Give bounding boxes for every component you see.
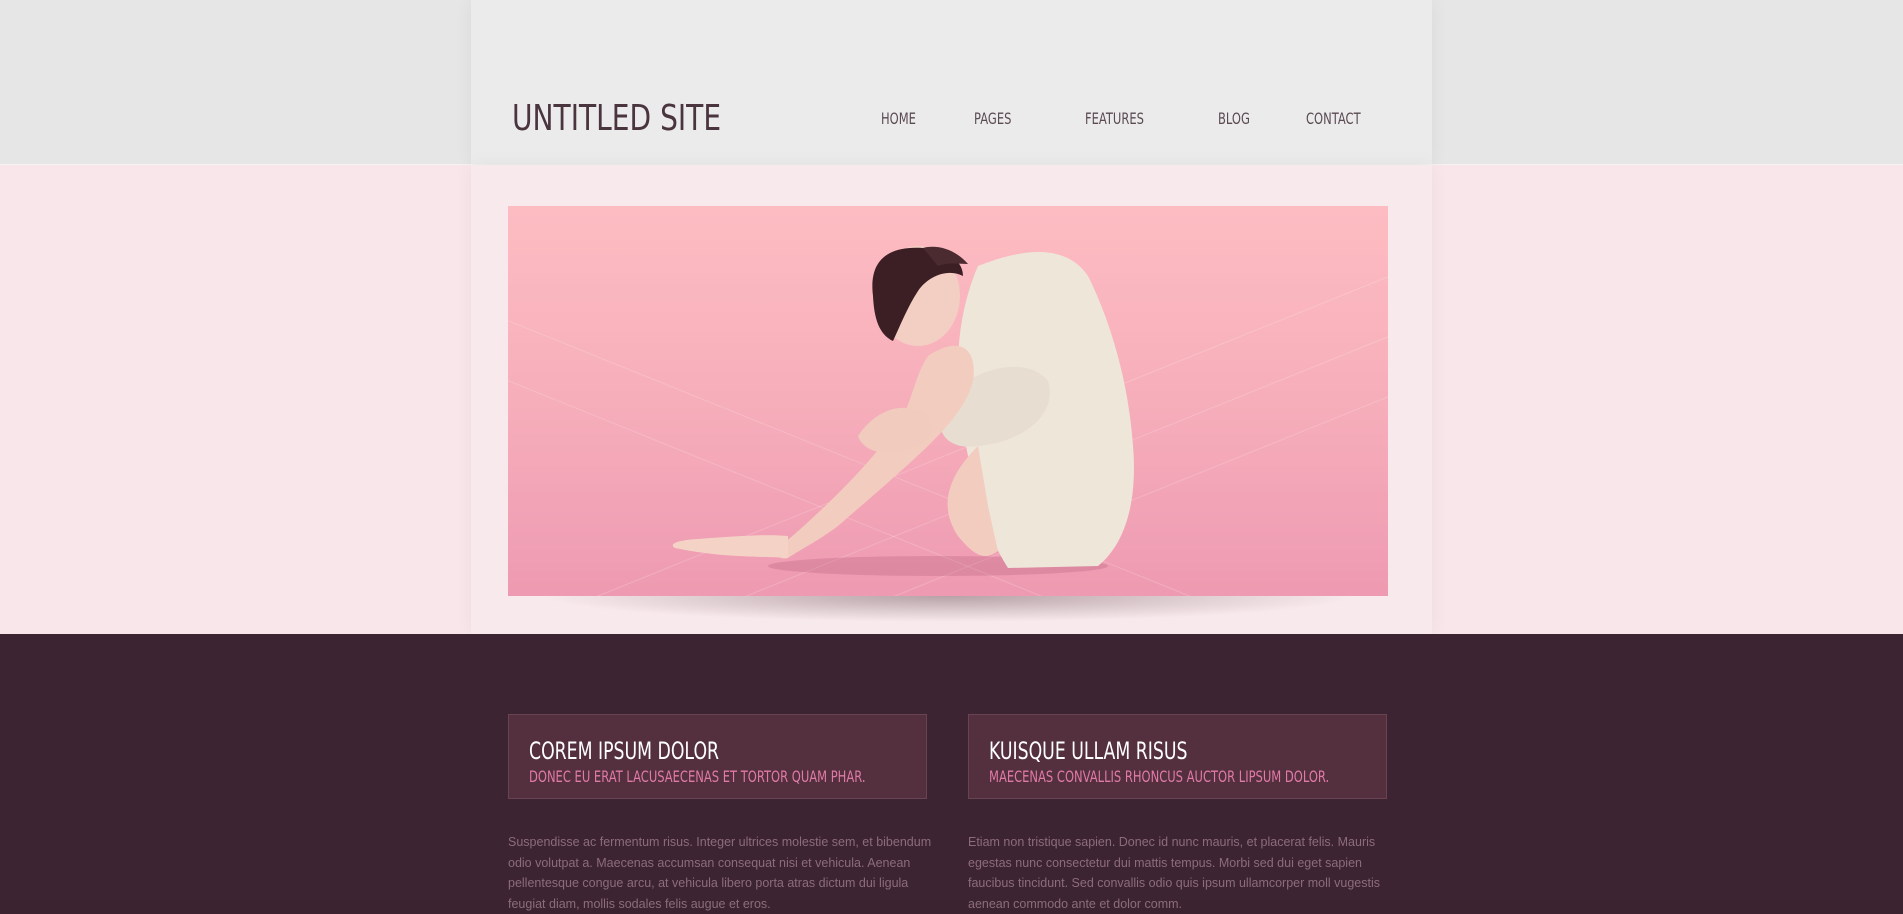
hero-shadow — [540, 596, 1356, 622]
content-band — [0, 634, 1903, 900]
nav-pages[interactable]: PAGES — [974, 109, 1011, 128]
feature-card-2: KUISQUE ULLAM RISUS MAECENAS CONVALLIS R… — [968, 714, 1387, 799]
feature-2-text: Etiam non tristique sapien. Donec id nun… — [968, 835, 1381, 911]
nav-home[interactable]: HOME — [881, 109, 916, 128]
main-nav: HOME PAGES FEATURES BLOG CONTACT — [0, 109, 1903, 129]
nav-contact[interactable]: CONTACT — [1306, 109, 1361, 128]
feature-2-subtitle: MAECENAS CONVALLIS RHONCUS AUCTOR LIPSUM… — [989, 767, 1330, 786]
feature-2-title: KUISQUE ULLAM RISUS — [989, 737, 1188, 765]
header-column — [471, 0, 1432, 164]
nav-blog[interactable]: BLOG — [1218, 109, 1250, 128]
hero-image — [508, 206, 1388, 596]
feature-card-1: COREM IPSUM DOLOR DONEC EU ERAT LACUSAEC… — [508, 714, 927, 799]
feature-1-text: Suspendisse ac fermentum risus. Integer … — [508, 835, 932, 911]
feature-1-title: COREM IPSUM DOLOR — [529, 737, 720, 765]
feature-1-subtitle: DONEC EU ERAT LACUSAECENAS ET TORTOR QUA… — [529, 767, 866, 786]
hero-person-illustration — [672, 246, 1134, 576]
nav-features[interactable]: FEATURES — [1085, 109, 1144, 128]
